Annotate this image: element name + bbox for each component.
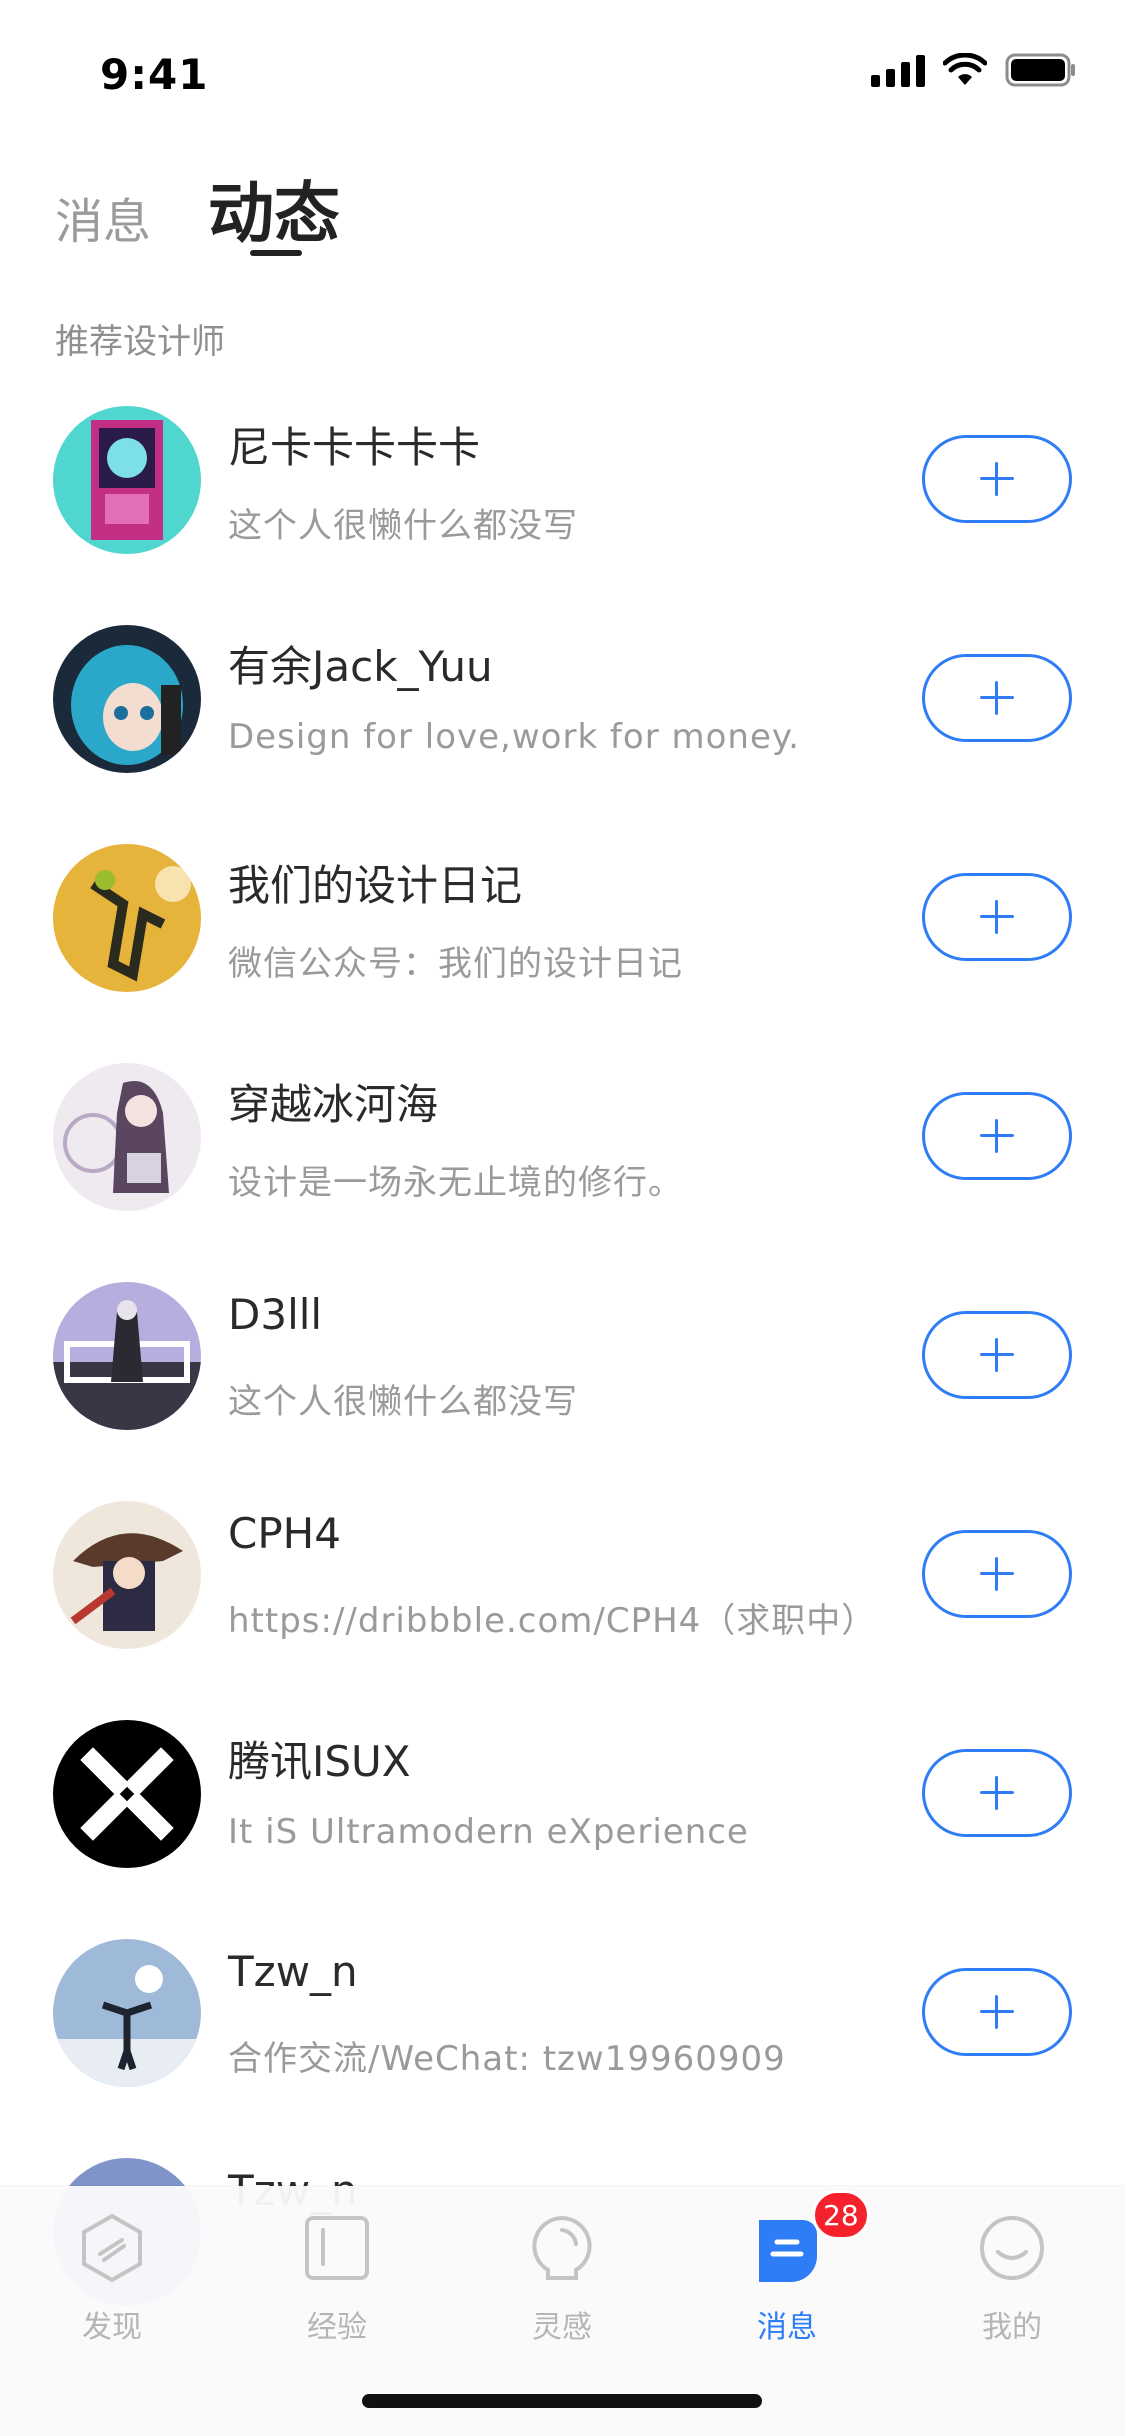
designer-name: 我们的设计日记 <box>228 861 523 910</box>
designer-bio: https://dribbble.com/CPH4（求职中） <box>228 1601 877 1641</box>
avatar[interactable] <box>53 406 201 554</box>
designer-bio: 这个人很懒什么都没写 <box>228 1382 578 1422</box>
designer-bio: 设计是一场永无止境的修行。 <box>228 1163 683 1203</box>
tab-experience[interactable]: 经验 <box>247 2212 427 2352</box>
status-icons <box>871 50 1077 90</box>
status-bar: 9:41 <box>0 0 1125 132</box>
home-indicator[interactable] <box>362 2394 762 2408</box>
follow-button[interactable] <box>922 1311 1072 1399</box>
status-time: 9:41 <box>100 50 209 99</box>
unread-badge: 28 <box>812 2190 870 2240</box>
tab-discover[interactable]: 发现 <box>22 2212 202 2352</box>
tab-messages[interactable]: 消息 <box>55 182 151 252</box>
tab-label: 发现 <box>82 2310 142 2345</box>
list-item[interactable]: D3lll 这个人很懒什么都没写 <box>0 1274 1125 1493</box>
list-item[interactable]: 我们的设计日记 微信公众号：我们的设计日记 <box>0 836 1125 1055</box>
designer-name: 腾讯ISUX <box>228 1737 411 1786</box>
designer-name: 穿越冰河海 <box>228 1080 439 1129</box>
designer-name: 有余Jack_Yuu <box>228 642 493 691</box>
follow-button[interactable] <box>922 873 1072 961</box>
designer-bio: 合作交流/WeChat: tzw19960909 <box>228 2039 786 2079</box>
discover-icon <box>76 2212 148 2284</box>
designer-name: CPH4 <box>228 1509 341 1558</box>
avatar[interactable] <box>53 625 201 773</box>
follow-button[interactable] <box>922 1092 1072 1180</box>
message-icon <box>751 2212 823 2284</box>
follow-button[interactable] <box>922 1530 1072 1618</box>
list-item[interactable]: 穿越冰河海 设计是一场永无止境的修行。 <box>0 1055 1125 1274</box>
designer-name: 尼卡卡卡卡卡 <box>228 423 481 472</box>
tab-label: 我的 <box>982 2310 1042 2345</box>
designer-bio: It iS Ultramodern eXperience <box>228 1812 749 1852</box>
list-item[interactable]: 尼卡卡卡卡卡 这个人很懒什么都没写 <box>0 398 1125 617</box>
header: 消息 动态 <box>0 150 1125 270</box>
plus-icon <box>980 1338 1014 1372</box>
tab-label: 经验 <box>307 2310 367 2345</box>
tab-label: 消息 <box>757 2310 817 2345</box>
active-tab-indicator <box>250 250 302 256</box>
avatar[interactable] <box>53 1282 201 1430</box>
screen: 9:41 消息 动态 推荐设计师 尼卡卡卡卡卡 这个人很懒什么都没写 有余Jac… <box>0 0 1125 2436</box>
tab-feed[interactable]: 动态 <box>208 160 340 256</box>
follow-button[interactable] <box>922 1749 1072 1837</box>
designer-bio: 这个人很懒什么都没写 <box>228 506 578 546</box>
designer-bio: 微信公众号：我们的设计日记 <box>228 944 683 984</box>
avatar[interactable] <box>53 1939 201 2087</box>
profile-icon <box>976 2212 1048 2284</box>
list-item[interactable]: 腾讯ISUX It iS Ultramodern eXperience <box>0 1712 1125 1931</box>
designer-bio: Design for love,work for money. <box>228 717 800 757</box>
avatar[interactable] <box>53 1501 201 1649</box>
list-item[interactable]: 有余Jack_Yuu Design for love,work for mone… <box>0 617 1125 836</box>
plus-icon <box>980 1119 1014 1153</box>
designer-list: 尼卡卡卡卡卡 这个人很懒什么都没写 有余Jack_Yuu Design for … <box>0 398 1125 2369</box>
avatar[interactable] <box>53 1720 201 1868</box>
tab-inspiration[interactable]: 灵感 <box>472 2212 652 2352</box>
plus-icon <box>980 900 1014 934</box>
tab-profile[interactable]: 我的 <box>922 2212 1102 2352</box>
plus-icon <box>980 462 1014 496</box>
follow-button[interactable] <box>922 654 1072 742</box>
plus-icon <box>980 1557 1014 1591</box>
avatar[interactable] <box>53 844 201 992</box>
avatar[interactable] <box>53 1063 201 1211</box>
section-title: 推荐设计师 <box>55 322 225 362</box>
list-item[interactable]: Tzw_n 合作交流/WeChat: tzw19960909 <box>0 1931 1125 2150</box>
follow-button[interactable] <box>922 1968 1072 2056</box>
cellular-signal-icon <box>871 53 925 87</box>
designer-name: Tzw_n <box>228 1947 358 1996</box>
designer-name: D3lll <box>228 1290 323 1339</box>
plus-icon <box>980 1995 1014 2029</box>
battery-icon <box>1005 53 1075 87</box>
inspiration-icon <box>526 2212 598 2284</box>
experience-icon <box>301 2212 373 2284</box>
list-item[interactable]: CPH4 https://dribbble.com/CPH4（求职中） <box>0 1493 1125 1712</box>
plus-icon <box>980 1776 1014 1810</box>
tab-label: 灵感 <box>532 2310 592 2345</box>
follow-button[interactable] <box>922 435 1072 523</box>
wifi-icon <box>943 53 987 85</box>
plus-icon <box>980 681 1014 715</box>
